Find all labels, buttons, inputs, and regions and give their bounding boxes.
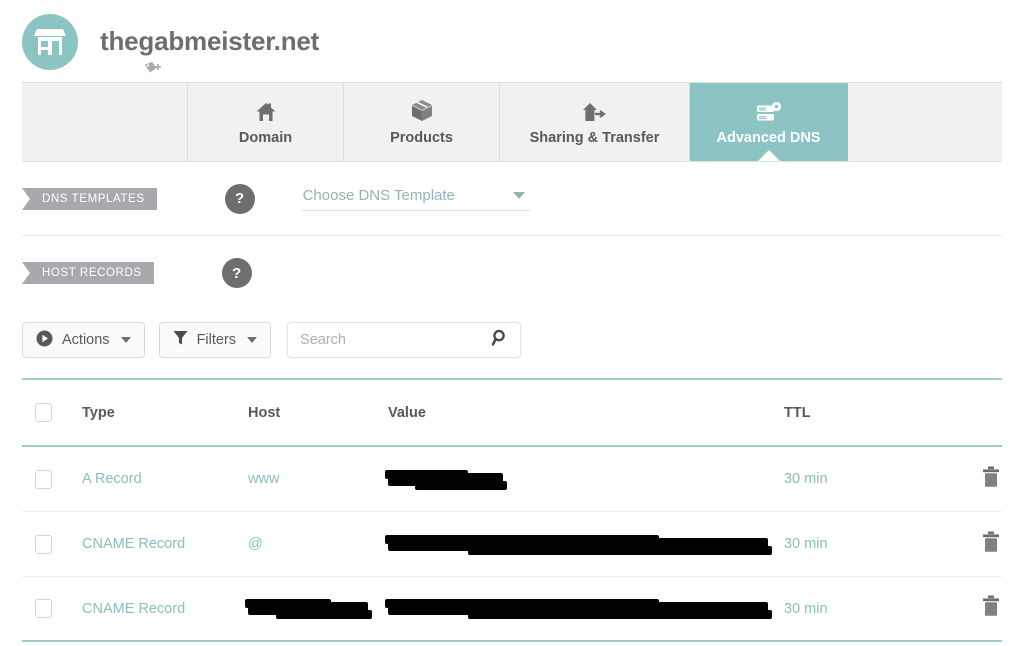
- column-header-type: Type: [82, 404, 115, 421]
- search-input-placeholder: Search: [300, 332, 346, 348]
- filters-button-label: Filters: [196, 332, 237, 348]
- funnel-icon: [173, 330, 188, 350]
- redacted-host: [245, 599, 372, 619]
- column-header-value: Value: [388, 404, 426, 421]
- box-icon: [411, 99, 433, 123]
- tab-sharing-transfer[interactable]: Sharing & Transfer: [500, 83, 690, 161]
- record-value: [385, 469, 784, 490]
- row-checkbox[interactable]: [35, 469, 52, 489]
- record-value: [385, 599, 784, 619]
- house-icon: [255, 99, 277, 123]
- dns-templates-section: DNS TEMPLATES ? Choose DNS Template: [22, 162, 1002, 236]
- tab-sharing-transfer-label: Sharing & Transfer: [529, 129, 660, 146]
- trash-icon[interactable]: [982, 595, 1000, 622]
- magnifier-icon[interactable]: [491, 329, 508, 351]
- host-records-table: Type Host Value TTL A Record www 30 min …: [22, 378, 1002, 642]
- delete-record-button[interactable]: [944, 531, 1002, 558]
- table-header-row: Type Host Value TTL: [22, 380, 1002, 447]
- column-header-ttl: TTL: [784, 404, 811, 421]
- record-type: CNAME Record: [82, 600, 186, 617]
- record-host: [245, 599, 388, 619]
- dns-templates-ribbon: DNS TEMPLATES: [22, 187, 157, 210]
- house-arrow-icon: [582, 99, 608, 123]
- tab-products-label: Products: [390, 129, 453, 146]
- trash-icon[interactable]: [982, 531, 1000, 558]
- storefront-icon: [22, 14, 78, 70]
- page-title: thegabmeister.net: [100, 26, 320, 56]
- tab-bar-left-spacer: [22, 83, 188, 161]
- record-host: www: [248, 471, 280, 487]
- search-input[interactable]: Search: [287, 322, 522, 358]
- play-circle-icon: [36, 330, 53, 351]
- redacted-value: [385, 599, 772, 619]
- tab-bar-right-spacer: [848, 83, 1002, 161]
- row-checkbox[interactable]: [35, 534, 52, 554]
- dns-templates-help-icon[interactable]: ?: [224, 183, 255, 214]
- records-toolbar: Actions Filters Search: [22, 310, 1002, 366]
- record-value: [385, 534, 784, 555]
- host-records-help-icon[interactable]: ?: [221, 258, 252, 288]
- page-header: thegabmeister.net: [0, 0, 1024, 78]
- actions-button-label: Actions: [62, 332, 110, 348]
- tab-domain-label: Domain: [238, 129, 293, 146]
- actions-button[interactable]: Actions: [22, 322, 145, 358]
- dns-template-select[interactable]: Choose DNS Template: [302, 186, 529, 211]
- brand-block: thegabmeister.net: [78, 14, 319, 78]
- record-host: @: [248, 536, 263, 552]
- chevron-down-icon: [512, 191, 525, 199]
- tab-advanced-dns[interactable]: Advanced DNS: [690, 83, 848, 161]
- redacted-value: [385, 534, 772, 555]
- dns-template-select-value: Choose DNS Template: [302, 186, 455, 204]
- tab-domain[interactable]: Domain: [188, 83, 344, 161]
- delete-record-button[interactable]: [944, 466, 1002, 493]
- table-row[interactable]: CNAME Record @ 30 min: [22, 512, 1002, 577]
- host-records-section: HOST RECORDS ?: [22, 236, 1002, 310]
- redacted-value: [385, 469, 507, 490]
- record-type: CNAME Record: [82, 536, 186, 552]
- tag-plus-icon[interactable]: [144, 60, 164, 78]
- delete-record-button[interactable]: [944, 595, 1002, 622]
- trash-icon[interactable]: [982, 466, 1000, 493]
- host-records-ribbon: HOST RECORDS: [22, 262, 154, 284]
- row-checkbox[interactable]: [35, 599, 52, 618]
- record-type: A Record: [82, 471, 142, 487]
- table-row[interactable]: CNAME Record 30 min: [22, 577, 1002, 642]
- chevron-down-icon: [120, 337, 131, 343]
- server-gear-icon: [755, 99, 783, 123]
- tab-advanced-dns-label: Advanced DNS: [716, 129, 821, 146]
- chevron-down-icon: [247, 337, 258, 343]
- table-row[interactable]: A Record www 30 min: [22, 447, 1002, 512]
- tab-bar: Domain Products Sharing & Transfer Advan…: [22, 82, 1002, 162]
- record-ttl: 30 min: [784, 471, 828, 487]
- filters-button[interactable]: Filters: [158, 322, 272, 358]
- select-all-checkbox[interactable]: [35, 403, 52, 422]
- record-ttl: 30 min: [784, 536, 828, 552]
- record-ttl: 30 min: [784, 600, 828, 617]
- tab-products[interactable]: Products: [344, 83, 500, 161]
- column-header-host: Host: [248, 404, 281, 421]
